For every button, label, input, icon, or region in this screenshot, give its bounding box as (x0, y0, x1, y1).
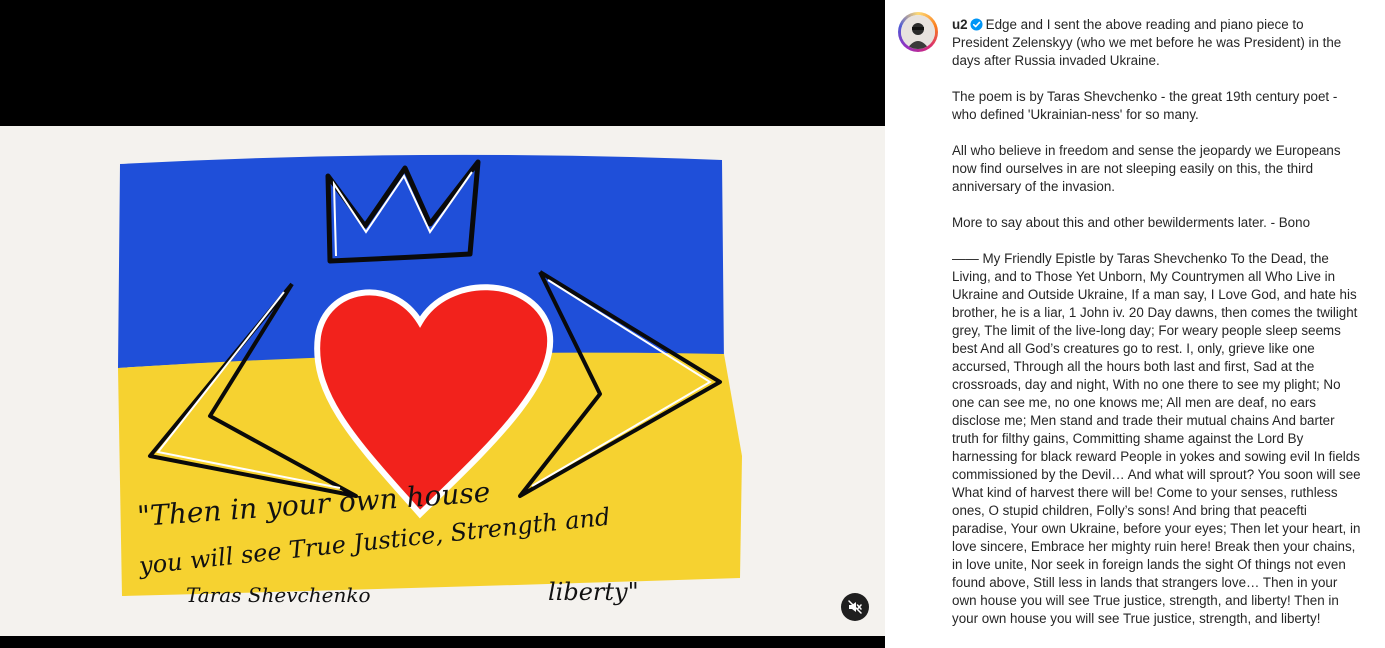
caption-body-start: Edge and I sent the above reading and pi… (952, 17, 1342, 68)
caption-first-paragraph: u2 Edge and I sent the above reading and … (952, 16, 1362, 70)
avatar-ring[interactable] (898, 12, 938, 52)
media-viewer: "Then in your own house you will see Tru… (0, 0, 885, 648)
caption-paragraph: More to say about this and other bewilde… (952, 215, 1311, 230)
avatar[interactable] (901, 15, 935, 49)
profile-photo-icon (901, 15, 935, 49)
caption-text: u2 Edge and I sent the above reading and … (952, 16, 1362, 628)
mute-toggle-button[interactable] (841, 593, 869, 621)
caption-paragraph: All who believe in freedom and sense the… (952, 143, 1341, 194)
verified-badge-icon (970, 18, 983, 31)
quote-line-3: liberty" (548, 578, 639, 606)
volume-muted-icon (848, 600, 862, 614)
post-artwork: "Then in your own house you will see Tru… (0, 126, 885, 636)
caption-paragraph: The poem is by Taras Shevchenko - the gr… (952, 89, 1338, 122)
caption-poem: —— My Friendly Epistle by Taras Shevchen… (952, 251, 1361, 626)
quote-signature: Taras Shevchenko (186, 583, 371, 607)
post-caption-panel: u2 Edge and I sent the above reading and … (885, 0, 1385, 648)
username-link[interactable]: u2 (952, 17, 968, 32)
